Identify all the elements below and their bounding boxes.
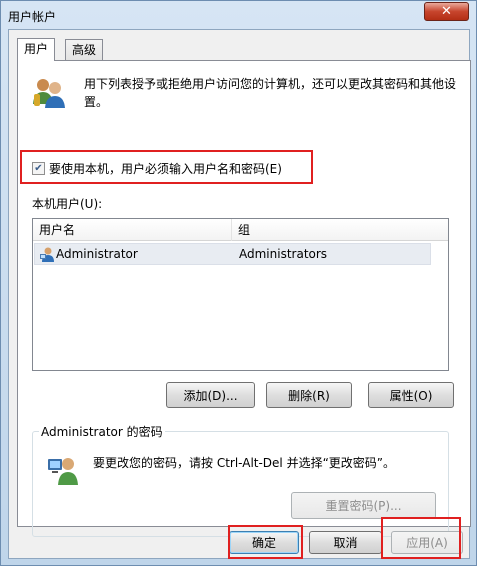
user-accounts-window: 用户帐户 ✕ 用户 高级 用下列表授予或拒绝用户访问您的计算机，还可以更改其密码… <box>0 0 477 566</box>
column-header-username[interactable]: 用户名 <box>33 219 232 241</box>
password-instruction: 要更改您的密码，请按 Ctrl-Alt-Del 并选择“更改密码”。 <box>93 456 396 470</box>
cancel-button[interactable]: 取消 <box>309 531 382 554</box>
require-password-row[interactable]: ✔ 要使用本机，用户必须输入用户名和密码(E) <box>32 160 282 177</box>
password-groupbox: Administrator 的密码 要更改您的密码，请按 Ctrl-Alt-De… <box>32 423 449 537</box>
apply-button[interactable]: 应用(A) <box>391 531 463 554</box>
local-users-list[interactable]: 用户名 组 Administrator Administrators <box>32 218 449 371</box>
require-password-label: 要使用本机，用户必须输入用户名和密码(E) <box>49 162 282 176</box>
users-tab-panel: 用下列表授予或拒绝用户访问您的计算机，还可以更改其密码和其他设置。 ✔ 要使用本… <box>17 60 471 537</box>
window-title: 用户帐户 <box>8 10 57 24</box>
remove-user-button[interactable]: 删除(R) <box>266 382 352 408</box>
intro-text: 用下列表授予或拒绝用户访问您的计算机，还可以更改其密码和其他设置。 <box>84 77 457 109</box>
properties-button[interactable]: 属性(O) <box>368 382 454 408</box>
close-button[interactable]: ✕ <box>424 2 469 21</box>
tab-users[interactable]: 用户 <box>17 38 56 61</box>
user-icon <box>40 247 54 262</box>
column-header-group[interactable]: 组 <box>232 219 448 241</box>
local-users-label: 本机用户(U): <box>32 197 103 211</box>
title-bar[interactable]: 用户帐户 ✕ <box>1 1 476 29</box>
password-group-title: Administrator 的密码 <box>39 423 165 440</box>
table-row[interactable]: Administrator Administrators <box>34 243 431 265</box>
users-icon <box>33 79 65 108</box>
tab-advanced[interactable]: 高级 <box>65 39 104 60</box>
row-group: Administrators <box>239 247 328 261</box>
ok-button[interactable]: 确定 <box>229 531 299 554</box>
list-header: 用户名 组 <box>33 219 448 241</box>
add-user-button[interactable]: 添加(D)... <box>166 382 255 408</box>
row-username: Administrator <box>56 247 138 261</box>
require-password-checkbox[interactable]: ✔ <box>32 162 45 175</box>
dialog-client-area: 用户 高级 用下列表授予或拒绝用户访问您的计算机，还可以更改其密码和其他设置。 … <box>8 29 471 559</box>
reset-password-button[interactable]: 重置密码(P)... <box>291 492 436 519</box>
user-key-icon <box>48 458 78 485</box>
